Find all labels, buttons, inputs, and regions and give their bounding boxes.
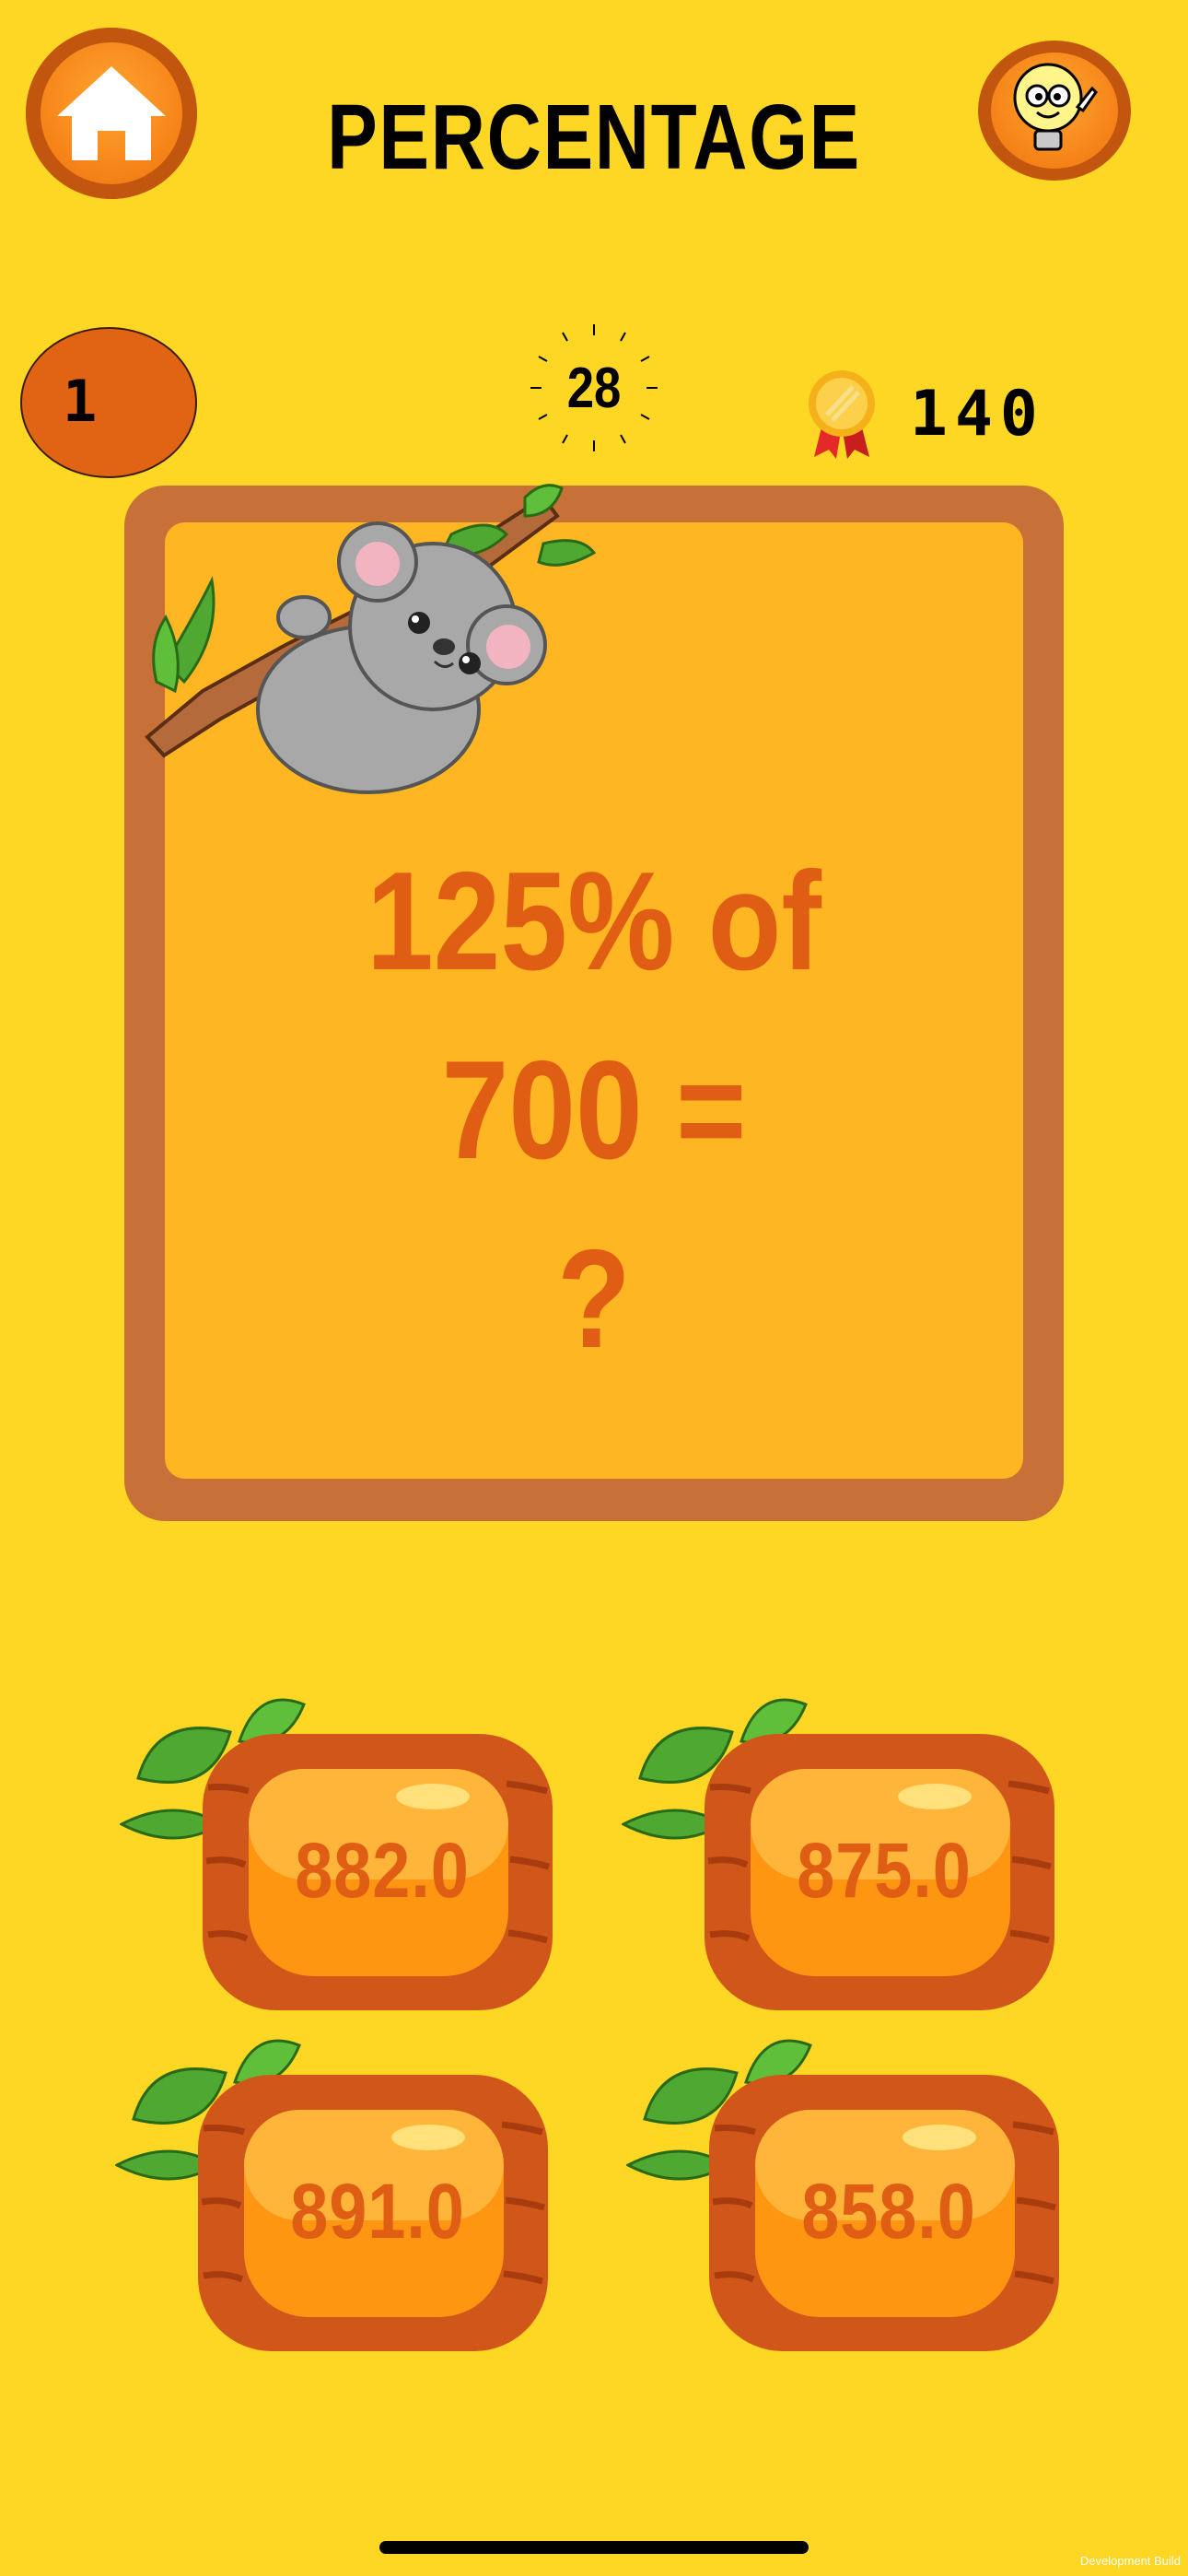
level-number: 1 [63,368,98,435]
question-unknown: ? [557,1221,631,1377]
hint-button[interactable] [978,41,1131,181]
countdown-timer: 28 [529,322,659,453]
answer-option-2[interactable]: 875.0 [622,1677,1064,2027]
answer-option-label: 882.0 [295,1827,470,1914]
score-value: 140 [910,378,1045,451]
timer-value: 28 [566,357,622,420]
home-indicator[interactable] [379,2541,809,2554]
lightbulb-icon [1013,63,1098,151]
question-expression: 125% of 700 = [366,843,822,1188]
answer-option-1[interactable]: 882.0 [120,1677,562,2027]
answer-option-4[interactable]: 858.0 [626,2018,1068,2368]
medal-icon [809,370,875,459]
answer-option-3[interactable]: 891.0 [115,2018,557,2368]
question-text: 125% of 700 = ? [250,827,938,1394]
answer-option-label: 891.0 [290,2168,465,2254]
koala-illustration [145,484,597,794]
development-build-label: Development Build [1079,2554,1181,2568]
level-badge: 1 [20,327,197,478]
answer-option-label: 875.0 [797,1827,972,1914]
answer-option-label: 858.0 [801,2168,976,2254]
page-title: PERCENTAGE [327,86,861,189]
